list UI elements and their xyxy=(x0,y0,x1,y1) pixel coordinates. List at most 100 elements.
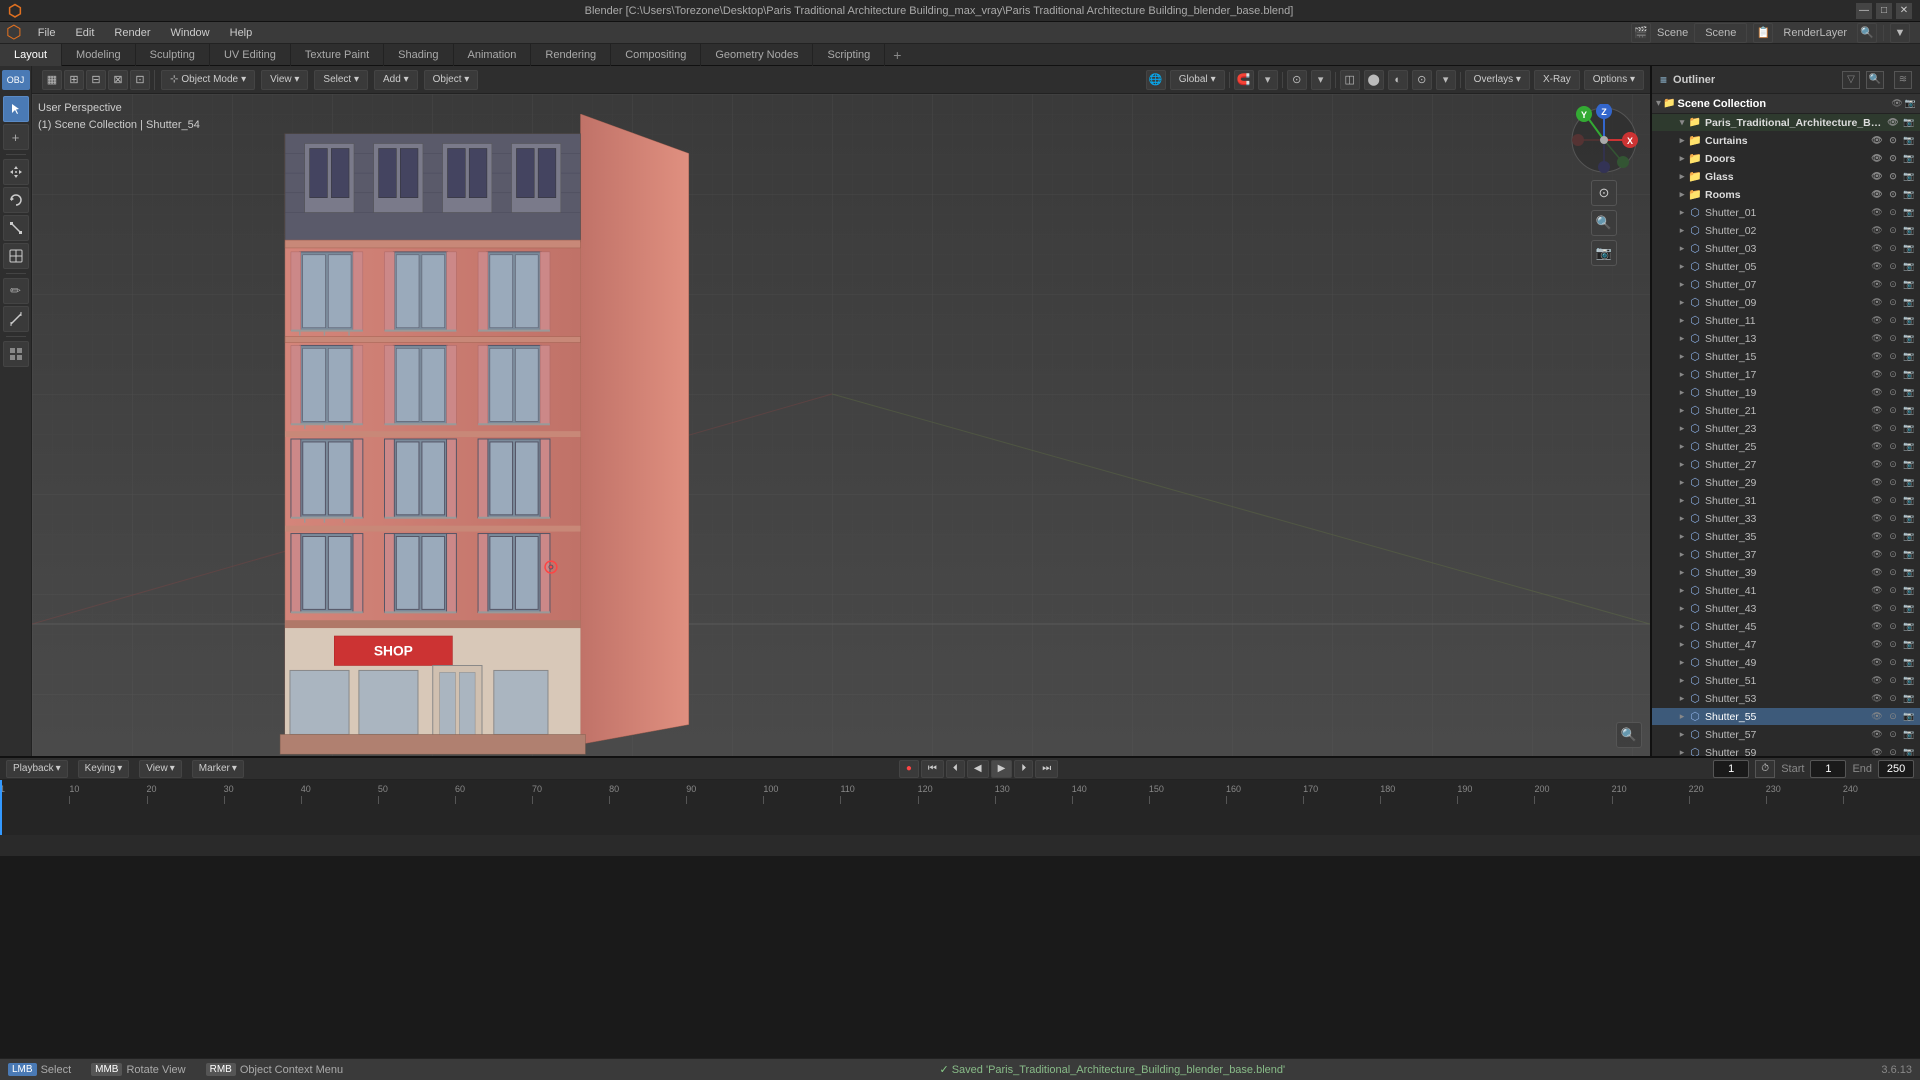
scale-tool-button[interactable] xyxy=(3,215,29,241)
item-visibility-icon[interactable]: 👁 xyxy=(1870,134,1884,148)
item-expand-icon[interactable]: ▸ xyxy=(1676,369,1688,381)
item-render-icon[interactable]: 📷 xyxy=(1902,710,1916,724)
item-visibility-icon[interactable]: 👁 xyxy=(1870,512,1884,526)
item-expand-icon[interactable]: ▸ xyxy=(1676,153,1688,165)
outliner-item-shutter-29[interactable]: ▸ ⬡ Shutter_29 👁 ⊙ 📷 xyxy=(1652,474,1920,492)
item-render-icon[interactable]: 📷 xyxy=(1902,674,1916,688)
viewport-icon-3[interactable]: ⊟ xyxy=(86,70,106,90)
outliner-item-shutter-39[interactable]: ▸ ⬡ Shutter_39 👁 ⊙ 📷 xyxy=(1652,564,1920,582)
item-select-icon[interactable]: ⊙ xyxy=(1886,206,1900,220)
outliner-item-shutter-51[interactable]: ▸ ⬡ Shutter_51 👁 ⊙ 📷 xyxy=(1652,672,1920,690)
outliner-item-shutter-03[interactable]: ▸ ⬡ Shutter_03 👁 ⊙ 📷 xyxy=(1652,240,1920,258)
item-render-icon[interactable]: 📷 xyxy=(1902,134,1916,148)
tab-shading[interactable]: Shading xyxy=(384,44,453,66)
jump-start-button[interactable]: ⏮ xyxy=(921,760,944,778)
xray-button[interactable]: X-Ray xyxy=(1534,70,1580,90)
item-render-icon[interactable]: 📷 xyxy=(1902,188,1916,202)
collection-root-item[interactable]: ▾ 📁 Paris_Traditional_Architecture_Build… xyxy=(1652,114,1920,132)
item-render-icon[interactable]: 📷 xyxy=(1902,620,1916,634)
mode-select-button[interactable]: OBJ xyxy=(2,70,30,90)
item-select-icon[interactable]: ⊙ xyxy=(1886,692,1900,706)
viewport-object-menu[interactable]: Object ▾ xyxy=(424,70,479,90)
vis-eye-icon[interactable]: 👁 xyxy=(1886,116,1900,130)
item-select-icon[interactable]: ⊙ xyxy=(1886,548,1900,562)
item-expand-icon[interactable]: ▸ xyxy=(1676,351,1688,363)
item-expand-icon[interactable]: ▸ xyxy=(1676,675,1688,687)
outliner-item-shutter-25[interactable]: ▸ ⬡ Shutter_25 👁 ⊙ 📷 xyxy=(1652,438,1920,456)
item-visibility-icon[interactable]: 👁 xyxy=(1870,710,1884,724)
item-select-icon[interactable]: ⊙ xyxy=(1886,224,1900,238)
record-keyframe-button[interactable]: ● xyxy=(899,760,919,778)
item-visibility-icon[interactable]: 👁 xyxy=(1870,602,1884,616)
material-shading-btn[interactable]: ◐ xyxy=(1388,70,1408,90)
perspective-toggle-button[interactable]: ⊙ xyxy=(1591,180,1617,206)
outliner-item-shutter-07[interactable]: ▸ ⬡ Shutter_07 👁 ⊙ 📷 xyxy=(1652,276,1920,294)
timeline-track-area[interactable]: 1102030405060708090100110120130140150160… xyxy=(0,780,1920,835)
item-select-icon[interactable]: ⊙ xyxy=(1886,152,1900,166)
outliner-item-shutter-13[interactable]: ▸ ⬡ Shutter_13 👁 ⊙ 📷 xyxy=(1652,330,1920,348)
item-expand-icon[interactable]: ▸ xyxy=(1676,621,1688,633)
snap-icon[interactable]: 🧲 xyxy=(1234,70,1254,90)
timeline-playhead[interactable] xyxy=(0,780,2,835)
camera-view-button[interactable]: 📷 xyxy=(1591,240,1617,266)
cursor-tool-button[interactable]: + xyxy=(3,124,29,150)
tab-sculpting[interactable]: Sculpting xyxy=(136,44,210,66)
proportional-edit-icon[interactable]: ⊙ xyxy=(1287,70,1307,90)
item-expand-icon[interactable]: ▸ xyxy=(1676,567,1688,579)
outliner-item-rooms[interactable]: ▸ 📁 Rooms 👁 ⊙ 📷 xyxy=(1652,186,1920,204)
step-back-button[interactable]: ⏴ xyxy=(946,760,965,778)
item-select-icon[interactable]: ⊙ xyxy=(1886,188,1900,202)
item-expand-icon[interactable]: ▸ xyxy=(1676,441,1688,453)
outliner-item-glass[interactable]: ▸ 📁 Glass 👁 ⊙ 📷 xyxy=(1652,168,1920,186)
outliner-item-shutter-47[interactable]: ▸ ⬡ Shutter_47 👁 ⊙ 📷 xyxy=(1652,636,1920,654)
item-visibility-icon[interactable]: 👁 xyxy=(1870,584,1884,598)
item-render-icon[interactable]: 📷 xyxy=(1902,260,1916,274)
menu-edit[interactable]: Edit xyxy=(65,22,104,44)
item-expand-icon[interactable]: ▸ xyxy=(1676,711,1688,723)
add-primitive-button[interactable] xyxy=(3,341,29,367)
item-render-icon[interactable]: 📷 xyxy=(1902,548,1916,562)
timeline-view-menu-button[interactable]: View ▾ xyxy=(139,760,182,778)
viewport-view-menu[interactable]: View ▾ xyxy=(261,70,308,90)
collection-eye-icon[interactable]: 👁 xyxy=(1891,98,1902,109)
item-expand-icon[interactable]: ▸ xyxy=(1676,243,1688,255)
item-select-icon[interactable]: ⊙ xyxy=(1886,638,1900,652)
item-select-icon[interactable]: ⊙ xyxy=(1886,656,1900,670)
item-render-icon[interactable]: 📷 xyxy=(1902,728,1916,742)
outliner-item-shutter-21[interactable]: ▸ ⬡ Shutter_21 👁 ⊙ 📷 xyxy=(1652,402,1920,420)
item-expand-icon[interactable]: ▸ xyxy=(1676,513,1688,525)
viewport-select-menu[interactable]: Select ▾ xyxy=(314,70,368,90)
item-render-icon[interactable]: 📷 xyxy=(1902,152,1916,166)
item-visibility-icon[interactable]: 👁 xyxy=(1870,692,1884,706)
item-expand-icon[interactable]: ▸ xyxy=(1676,693,1688,705)
item-select-icon[interactable]: ⊙ xyxy=(1886,458,1900,472)
item-render-icon[interactable]: 📷 xyxy=(1902,224,1916,238)
item-render-icon[interactable]: 📷 xyxy=(1902,350,1916,364)
item-render-icon[interactable]: 📷 xyxy=(1902,296,1916,310)
item-render-icon[interactable]: 📷 xyxy=(1902,206,1916,220)
item-visibility-icon[interactable]: 👁 xyxy=(1870,566,1884,580)
menu-help[interactable]: Help xyxy=(220,22,263,44)
item-expand-icon[interactable]: ▸ xyxy=(1676,423,1688,435)
item-visibility-icon[interactable]: 👁 xyxy=(1870,728,1884,742)
item-render-icon[interactable]: 📷 xyxy=(1902,530,1916,544)
outliner-item-shutter-27[interactable]: ▸ ⬡ Shutter_27 👁 ⊙ 📷 xyxy=(1652,456,1920,474)
outliner-item-shutter-57[interactable]: ▸ ⬡ Shutter_57 👁 ⊙ 📷 xyxy=(1652,726,1920,744)
vis-camera-icon[interactable]: 📷 xyxy=(1902,116,1916,130)
blender-menu-logo[interactable]: ⬡ xyxy=(6,22,22,43)
item-select-icon[interactable]: ⊙ xyxy=(1886,242,1900,256)
item-expand-icon[interactable]: ▸ xyxy=(1676,189,1688,201)
item-select-icon[interactable]: ⊙ xyxy=(1886,584,1900,598)
snap-options[interactable]: ▾ xyxy=(1258,70,1278,90)
zoom-in-button[interactable]: 🔍 xyxy=(1591,210,1617,236)
item-expand-icon[interactable]: ▸ xyxy=(1676,297,1688,309)
tab-texture-paint[interactable]: Texture Paint xyxy=(291,44,384,66)
item-render-icon[interactable]: 📷 xyxy=(1902,170,1916,184)
object-mode-button[interactable]: ⊹ Object Mode ▾ xyxy=(161,70,255,90)
keying-menu-button[interactable]: Keying ▾ xyxy=(78,760,130,778)
viewport-icon-2[interactable]: ⊞ xyxy=(64,70,84,90)
item-select-icon[interactable]: ⊙ xyxy=(1886,494,1900,508)
tab-scripting[interactable]: Scripting xyxy=(813,44,885,66)
item-visibility-icon[interactable]: 👁 xyxy=(1870,620,1884,634)
outliner-item-shutter-43[interactable]: ▸ ⬡ Shutter_43 👁 ⊙ 📷 xyxy=(1652,600,1920,618)
